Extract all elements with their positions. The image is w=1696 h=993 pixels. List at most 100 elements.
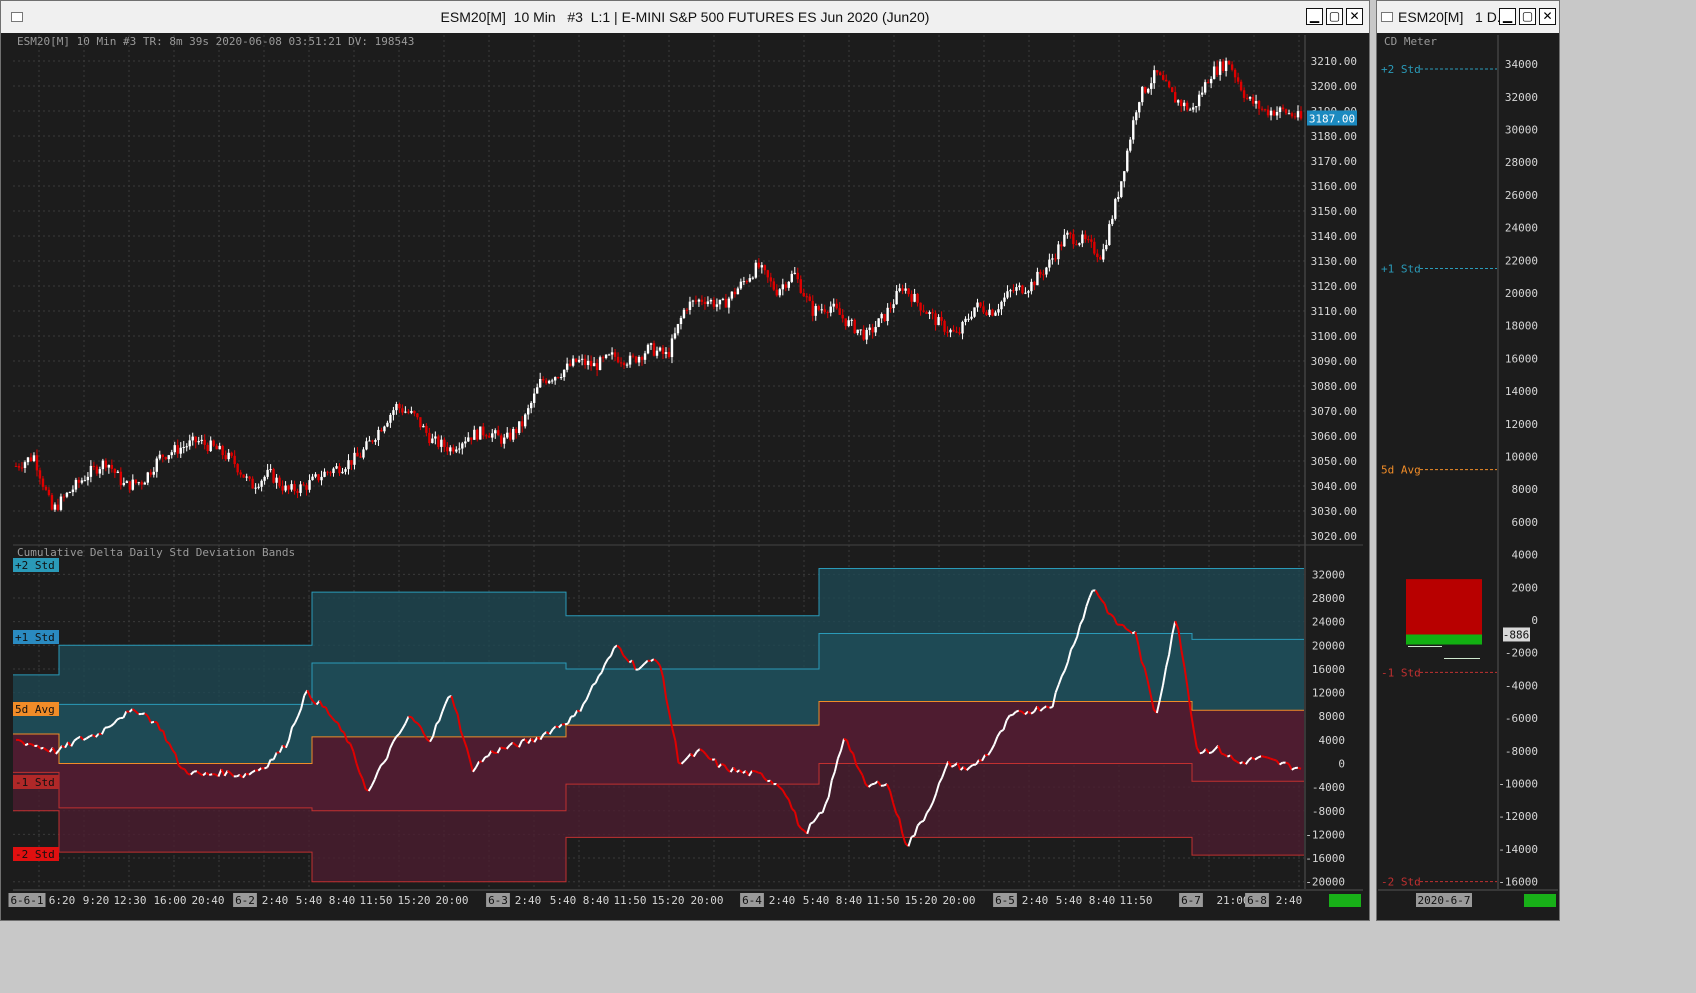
close-button[interactable]: ✕ <box>1539 8 1556 25</box>
candle-down <box>817 306 820 310</box>
meter-axis-tick: -10000 <box>1498 778 1538 791</box>
candle-up <box>565 363 569 370</box>
candle-up <box>1194 106 1198 108</box>
candle-up <box>610 352 614 355</box>
candle-down <box>838 308 841 315</box>
candle-up <box>263 476 266 481</box>
close-button[interactable]: ✕ <box>1346 8 1363 25</box>
delta-segment <box>1208 751 1213 755</box>
maximize-button[interactable]: ▢ <box>1326 8 1343 25</box>
candle-down <box>943 320 946 332</box>
candle-down <box>1099 257 1102 260</box>
delta-axis-tick: 20000 <box>1312 639 1345 652</box>
side-window-titlebar[interactable]: ESM20[M] 1 D... ▁ ▢ ✕ <box>1377 1 1559 33</box>
candle-down <box>769 277 773 282</box>
candle-up <box>928 312 931 315</box>
candle-down <box>407 411 410 413</box>
candle-down <box>1090 239 1093 242</box>
candle-up <box>754 262 758 278</box>
price-axis-tick: 3060.00 <box>1311 430 1357 443</box>
time-label: 2:40 <box>515 894 542 907</box>
candle-up <box>392 410 395 415</box>
candle-down <box>1290 113 1294 117</box>
candle-down <box>619 362 623 364</box>
candle-down <box>416 413 419 418</box>
candle-up <box>374 440 377 442</box>
candle-up <box>68 492 72 494</box>
candle-down <box>17 466 21 468</box>
candle-up <box>53 504 57 510</box>
candle-down <box>1087 239 1090 241</box>
time-label: 20:00 <box>690 894 723 907</box>
status-indicator <box>1329 894 1361 907</box>
last-price-label: 3187.00 <box>1309 113 1355 126</box>
candle-up <box>23 462 27 468</box>
meter-axis-tick: -2000 <box>1505 647 1538 660</box>
candle-up <box>706 301 710 305</box>
time-label: 8:40 <box>836 894 863 907</box>
candle-down <box>583 358 587 366</box>
candle-down <box>1012 290 1015 292</box>
price-axis-tick: 3210.00 <box>1311 55 1357 68</box>
candle-down <box>871 327 874 333</box>
candle-down <box>1072 234 1075 245</box>
candle-up <box>320 476 323 481</box>
band-fill <box>312 810 566 882</box>
delta-segment <box>107 725 112 729</box>
candle-down <box>703 301 707 305</box>
candle-down <box>919 302 922 311</box>
maximize-button[interactable]: ▢ <box>1519 8 1536 25</box>
delta-segment <box>1015 709 1020 713</box>
candle-up <box>994 312 997 316</box>
candle-up <box>479 426 482 440</box>
band-fill <box>819 763 1192 838</box>
main-chart-canvas[interactable]: 3210.003200.003190.003180.003170.003160.… <box>1 33 1369 920</box>
candle-down <box>497 430 500 436</box>
candle-up <box>670 338 674 358</box>
candle-up <box>218 445 221 450</box>
candle-down <box>1159 72 1162 76</box>
candle-up <box>1197 94 1201 107</box>
candle-up <box>967 318 970 320</box>
candle-up <box>89 465 93 477</box>
delta-segment <box>1285 761 1290 765</box>
main-window-title: ESM20[M] 10 Min #3 L:1 | E-MINI S&P 500 … <box>440 9 930 25</box>
candle-up <box>80 480 84 483</box>
price-axis-tick: 3150.00 <box>1311 205 1357 218</box>
candle-down <box>140 482 144 485</box>
main-chart-window: ESM20[M] 10 Min #3 L:1 | E-MINI S&P 500 … <box>0 0 1370 921</box>
meter-plus1-label: +1 Std <box>1381 262 1421 275</box>
candle-up <box>491 433 494 438</box>
candle-down <box>724 298 728 308</box>
candle-down <box>176 445 179 454</box>
candle-up <box>323 471 326 477</box>
candle-up <box>1278 107 1282 112</box>
candle-down <box>149 472 152 475</box>
price-axis-tick: 3050.00 <box>1311 455 1357 468</box>
time-label: 21:00 <box>1216 894 1249 907</box>
candle-up <box>1123 171 1126 182</box>
candle-down <box>446 447 449 452</box>
main-window-titlebar[interactable]: ESM20[M] 10 Min #3 L:1 | E-MINI S&P 500 … <box>1 1 1369 33</box>
price-axis-tick: 3200.00 <box>1311 80 1357 93</box>
band-fill <box>13 674 59 705</box>
candle-up <box>1015 287 1018 291</box>
cd-meter-canvas[interactable]: CD Meter 34000 32000 30000 28000 26000 24000 22… <box>1377 33 1559 920</box>
minimize-button[interactable]: ▁ <box>1499 8 1516 25</box>
candle-up <box>377 429 380 441</box>
delta-segment <box>24 742 29 747</box>
delta-segment <box>89 734 94 738</box>
candle-down <box>991 309 994 316</box>
delta-segment <box>1018 709 1023 713</box>
candle-up <box>389 414 392 423</box>
candle-down <box>589 360 593 367</box>
candle-up <box>856 329 859 334</box>
candle-up <box>586 360 590 366</box>
minimize-button[interactable]: ▁ <box>1306 8 1323 25</box>
candle-up <box>1296 111 1300 118</box>
meter-title: CD Meter <box>1384 35 1437 48</box>
candle-up <box>32 455 36 462</box>
candle-down <box>862 329 865 340</box>
candle-up <box>646 344 650 354</box>
candle-down <box>811 300 814 316</box>
